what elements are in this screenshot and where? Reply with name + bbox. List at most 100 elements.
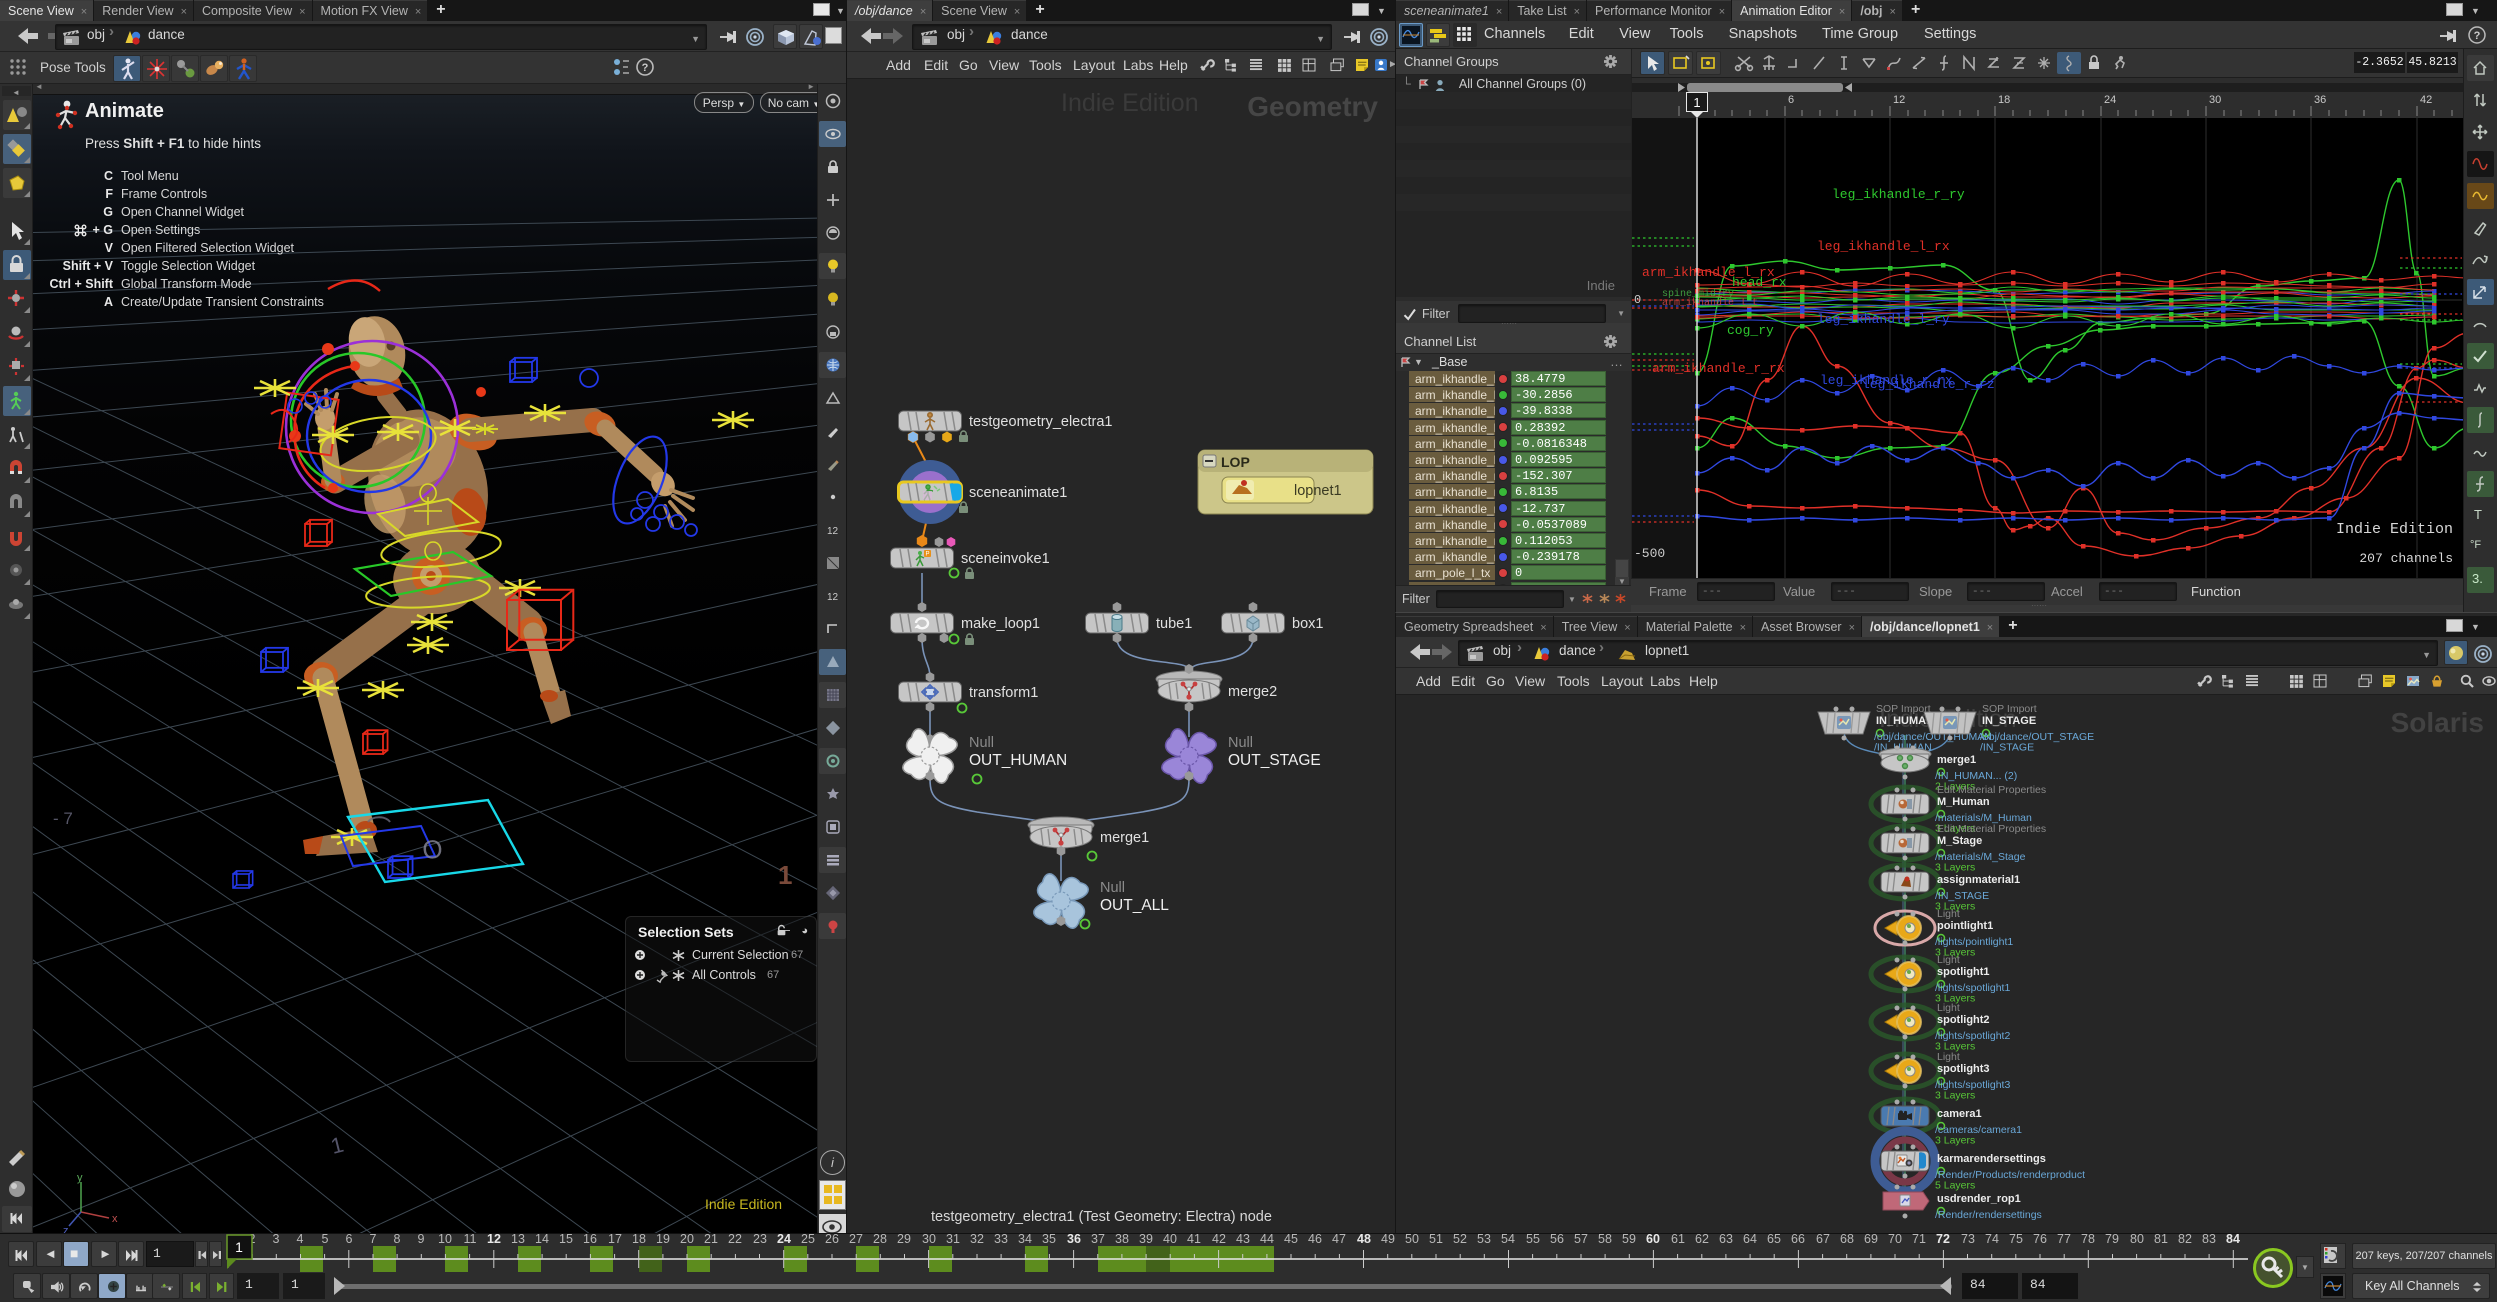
svg-text:x: x (112, 1213, 118, 1225)
svg-text:1: 1 (778, 860, 792, 890)
svg-text:41: 41 (1187, 1232, 1201, 1246)
svg-text:LOP: LOP (1221, 454, 1250, 470)
svg-text:72: 72 (1936, 1232, 1950, 1246)
svg-text:60: 60 (1646, 1232, 1660, 1246)
svg-text:y: y (77, 1172, 83, 1184)
svg-text:42: 42 (1212, 1232, 1226, 1246)
svg-text:44: 44 (1260, 1232, 1274, 1246)
svg-text:25: 25 (801, 1232, 815, 1246)
svg-text:69: 69 (1864, 1232, 1878, 1246)
svg-text:23: 23 (753, 1232, 767, 1246)
svg-text:77: 77 (2057, 1232, 2071, 1246)
svg-text:24: 24 (777, 1232, 791, 1246)
svg-text:55: 55 (1526, 1232, 1540, 1246)
svg-text:IN_STAGE: IN_STAGE (1982, 715, 2036, 727)
svg-text:Light: Light (1937, 1002, 1960, 1014)
svg-text:spotlight3: spotlight3 (1937, 1063, 1990, 1075)
svg-text:33: 33 (994, 1232, 1008, 1246)
svg-text:27: 27 (849, 1232, 863, 1246)
svg-text:12: 12 (827, 526, 839, 537)
svg-text:3 Layers: 3 Layers (1935, 862, 1975, 874)
svg-text:spotlight1: spotlight1 (1937, 966, 1990, 978)
svg-text:80: 80 (2130, 1232, 2144, 1246)
svg-text:56: 56 (1550, 1232, 1564, 1246)
svg-text:65: 65 (1767, 1232, 1781, 1246)
svg-text:6: 6 (1788, 94, 1794, 106)
svg-text:47: 47 (1332, 1232, 1346, 1246)
svg-text:8: 8 (394, 1232, 401, 1246)
svg-text:assignmaterial1: assignmaterial1 (1937, 874, 2020, 886)
svg-text:51: 51 (1429, 1232, 1443, 1246)
svg-text:spotlight2: spotlight2 (1937, 1014, 1990, 1026)
svg-text:71: 71 (1912, 1232, 1926, 1246)
svg-text:M_Stage: M_Stage (1937, 835, 1982, 847)
svg-text:28: 28 (873, 1232, 887, 1246)
svg-text:Null: Null (1100, 880, 1125, 896)
svg-text:transform1: transform1 (969, 685, 1038, 701)
svg-text:14: 14 (535, 1232, 549, 1246)
svg-text:arm_ikhandle_r_rx: arm_ikhandle_r_rx (1652, 361, 1785, 376)
svg-text:15: 15 (559, 1232, 573, 1246)
svg-text:16: 16 (583, 1232, 597, 1246)
svg-text:camera1: camera1 (1937, 1108, 1982, 1120)
svg-text:57: 57 (1574, 1232, 1588, 1246)
svg-text:1: 1 (328, 1132, 346, 1159)
svg-text:58: 58 (1598, 1232, 1612, 1246)
svg-text:9: 9 (418, 1232, 425, 1246)
svg-text:12: 12 (1893, 94, 1905, 106)
svg-text:Edit Material Properties: Edit Material Properties (1937, 784, 2046, 796)
svg-text:sceneanimate1: sceneanimate1 (969, 485, 1067, 501)
svg-text:12: 12 (827, 592, 839, 603)
svg-text:leg_ikhandle_r_rz: leg_ikhandle_r_rz (1862, 377, 1995, 392)
svg-text:54: 54 (1501, 1232, 1515, 1246)
svg-text:53: 53 (1477, 1232, 1491, 1246)
svg-text:pointlight1: pointlight1 (1937, 920, 1993, 932)
svg-text:34: 34 (1018, 1232, 1032, 1246)
svg-text:4: 4 (297, 1232, 304, 1246)
svg-text:merge1: merge1 (1937, 754, 1976, 766)
svg-text:36: 36 (1067, 1232, 1081, 1246)
svg-text:10: 10 (438, 1232, 452, 1246)
svg-text:30: 30 (2209, 94, 2221, 106)
svg-text:13: 13 (511, 1232, 525, 1246)
svg-text:40: 40 (1163, 1232, 1177, 1246)
svg-text:82: 82 (2178, 1232, 2192, 1246)
svg-text:67: 67 (1816, 1232, 1830, 1246)
svg-text:29: 29 (897, 1232, 911, 1246)
svg-text:OUT_STAGE: OUT_STAGE (1228, 752, 1321, 769)
svg-text:70: 70 (1888, 1232, 1902, 1246)
svg-text:leg_ikhandle_l_rx: leg_ikhandle_l_rx (1817, 239, 1950, 254)
svg-text:24: 24 (2104, 94, 2116, 106)
svg-text:79: 79 (2105, 1232, 2119, 1246)
svg-text:Light: Light (1937, 908, 1960, 920)
svg-text:3: 3 (273, 1232, 280, 1246)
svg-text:lopnet1: lopnet1 (1294, 483, 1342, 499)
svg-text:46: 46 (1308, 1232, 1322, 1246)
svg-text:OUT_HUMAN: OUT_HUMAN (969, 752, 1067, 769)
svg-text:OUT_ALL: OUT_ALL (1100, 897, 1169, 914)
svg-text:20: 20 (680, 1232, 694, 1246)
svg-text:- 7: - 7 (53, 809, 73, 828)
svg-text:make_loop1: make_loop1 (961, 616, 1040, 632)
svg-text:62: 62 (1695, 1232, 1709, 1246)
svg-text:3 Layers: 3 Layers (1935, 1135, 1975, 1147)
svg-text:P: P (925, 552, 929, 558)
svg-text:M_Human: M_Human (1937, 796, 1990, 808)
svg-text:leg_ikhandle_l_ry: leg_ikhandle_l_ry (1817, 312, 1950, 327)
svg-text:32: 32 (970, 1232, 984, 1246)
svg-text:68: 68 (1840, 1232, 1854, 1246)
svg-text:21: 21 (704, 1232, 718, 1246)
svg-text:cog_ry: cog_ry (1727, 323, 1774, 338)
svg-text:35: 35 (1042, 1232, 1056, 1246)
svg-text:73: 73 (1961, 1232, 1975, 1246)
svg-text:18: 18 (1998, 94, 2010, 106)
svg-text:?: ? (2474, 30, 2481, 42)
svg-text:22: 22 (728, 1232, 742, 1246)
svg-text:31: 31 (946, 1232, 960, 1246)
svg-text:52: 52 (1453, 1232, 1467, 1246)
svg-text:merge2: merge2 (1228, 684, 1277, 700)
svg-text:Null: Null (1228, 735, 1253, 751)
svg-text:1: 1 (235, 1239, 243, 1255)
svg-text:Light: Light (1937, 1051, 1960, 1063)
svg-text:SOP Import: SOP Import (1876, 703, 1931, 715)
